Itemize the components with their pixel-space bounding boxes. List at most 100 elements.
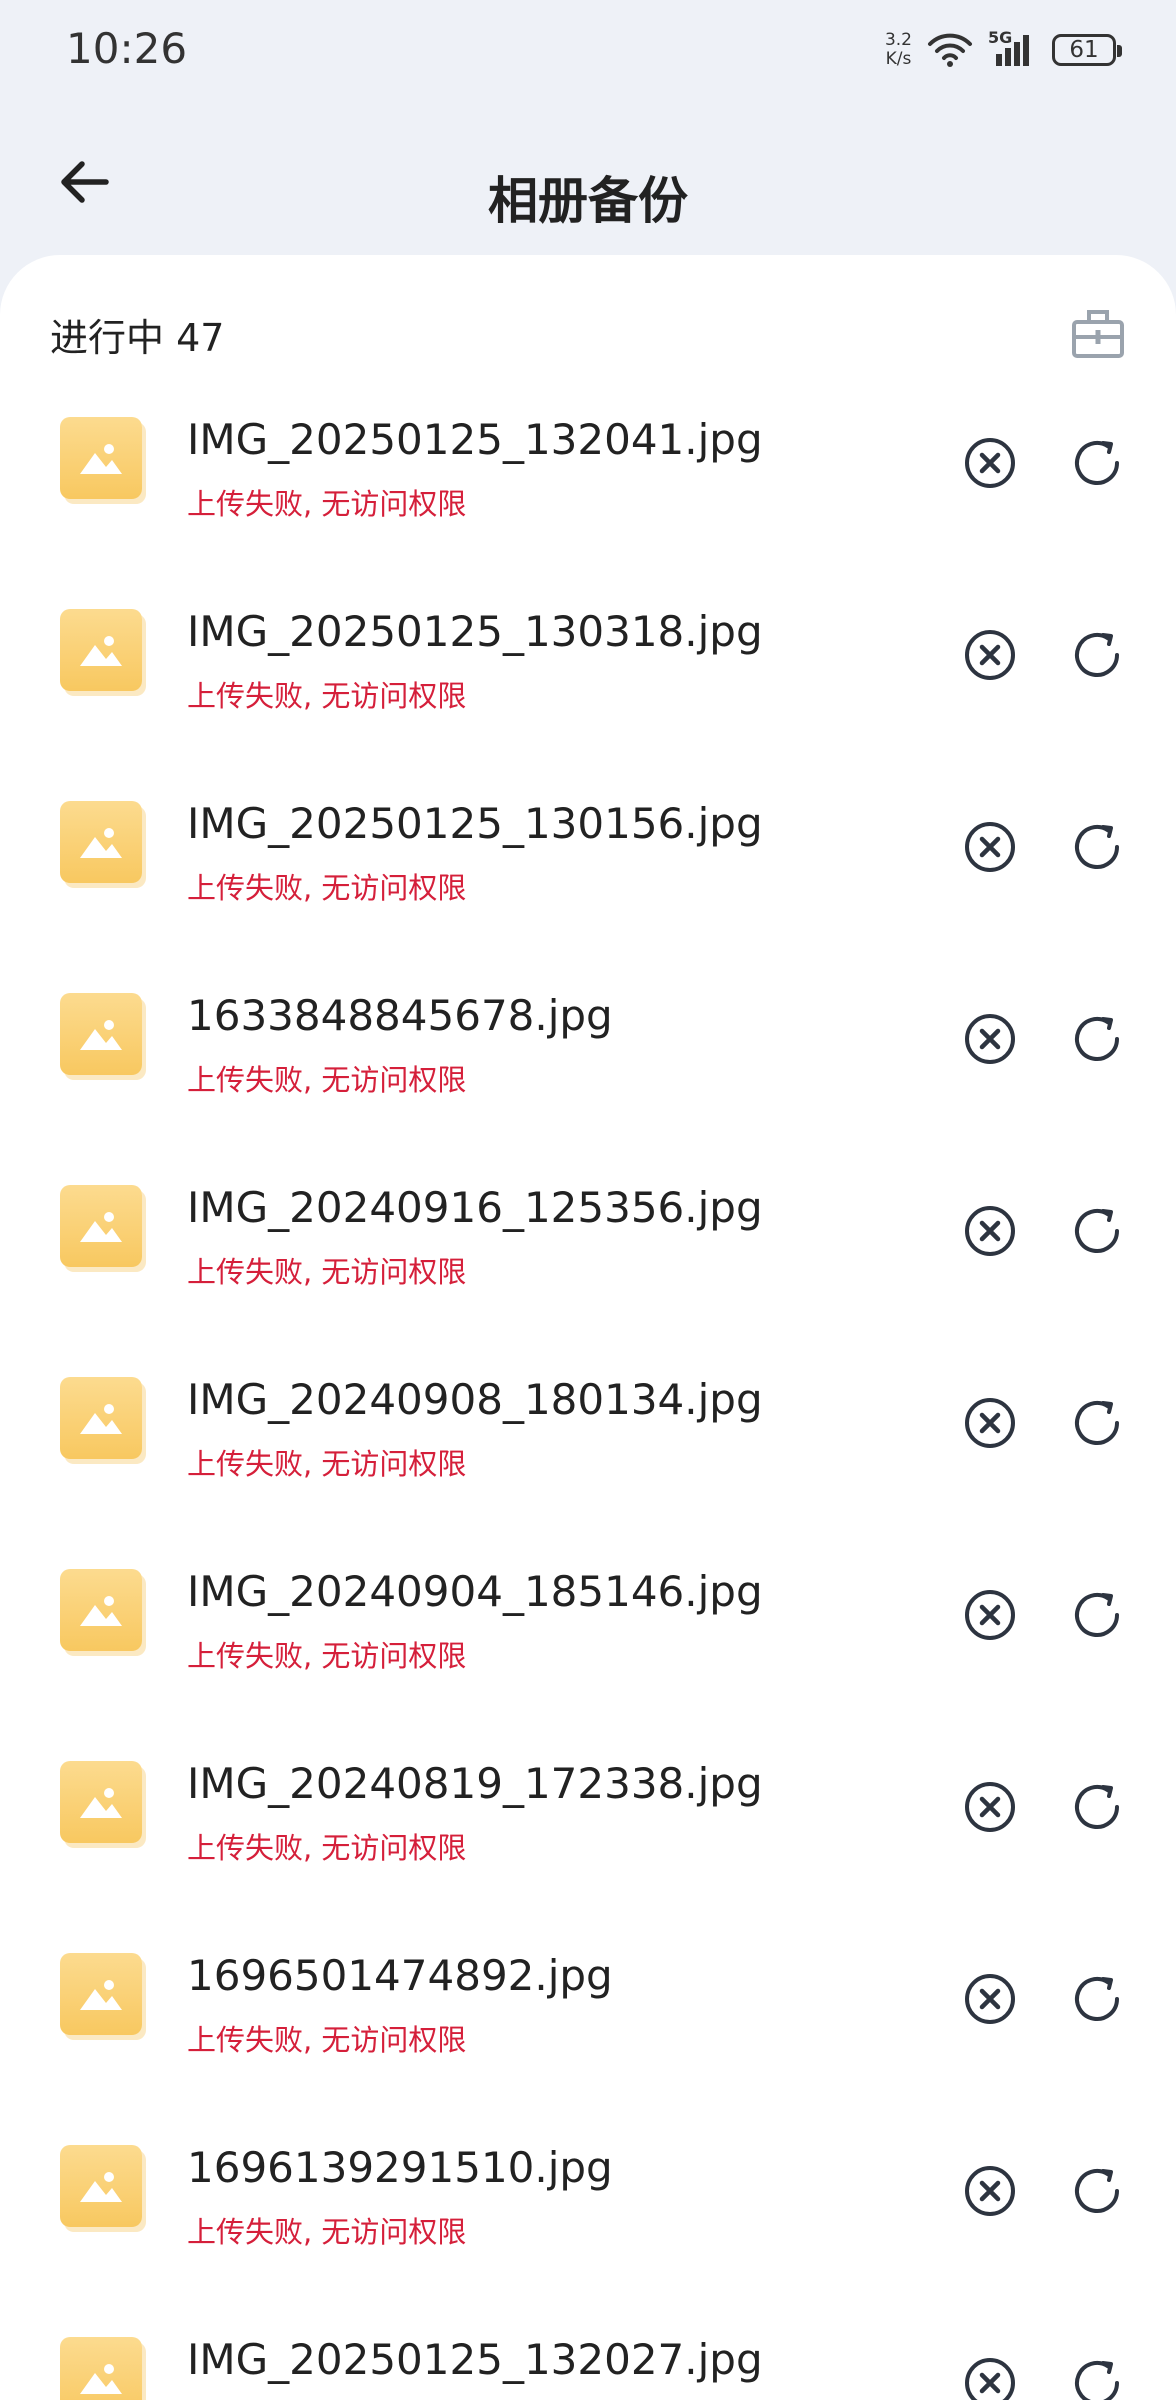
toolbox-icon bbox=[1072, 310, 1124, 358]
image-icon bbox=[80, 1020, 122, 1050]
cancel-upload-button[interactable] bbox=[960, 433, 1020, 493]
retry-upload-button[interactable] bbox=[1067, 2161, 1127, 2221]
retry-upload-button[interactable] bbox=[1067, 625, 1127, 685]
cancel-upload-button[interactable] bbox=[960, 2353, 1020, 2400]
refresh-icon bbox=[1075, 1785, 1119, 1829]
file-name: 1696501474892.jpg bbox=[187, 1951, 613, 2000]
upload-status: 上传失败, 无访问权限 bbox=[187, 487, 467, 521]
upload-status: 上传失败, 无访问权限 bbox=[187, 1639, 467, 1673]
image-icon bbox=[80, 1596, 122, 1626]
close-circle-icon bbox=[965, 1590, 1015, 1640]
retry-upload-button[interactable] bbox=[1067, 433, 1127, 493]
file-name: IMG_20240908_180134.jpg bbox=[187, 1375, 763, 1424]
close-circle-icon bbox=[965, 1206, 1015, 1256]
cancel-upload-button[interactable] bbox=[960, 1201, 1020, 1261]
close-circle-icon bbox=[965, 2358, 1015, 2400]
list-item[interactable]: 1633848845678.jpg 上传失败, 无访问权限 bbox=[0, 959, 1176, 1151]
refresh-icon bbox=[1075, 441, 1119, 485]
upload-status: 上传失败, 无访问权限 bbox=[187, 1255, 467, 1289]
cancel-upload-button[interactable] bbox=[960, 1585, 1020, 1645]
upload-status: 上传失败, 无访问权限 bbox=[187, 2215, 467, 2249]
retry-upload-button[interactable] bbox=[1067, 1201, 1127, 1261]
list-item[interactable]: IMG_20250125_132041.jpg 上传失败, 无访问权限 bbox=[0, 383, 1176, 575]
refresh-icon bbox=[1075, 1977, 1119, 2021]
list-item[interactable]: IMG_20250125_130318.jpg 上传失败, 无访问权限 bbox=[0, 575, 1176, 767]
list-item[interactable]: IMG_20240904_185146.jpg 上传失败, 无访问权限 bbox=[0, 1535, 1176, 1727]
upload-status: 上传失败, 无访问权限 bbox=[187, 1447, 467, 1481]
close-circle-icon bbox=[965, 1014, 1015, 1064]
battery-icon: 61 bbox=[1052, 34, 1122, 66]
refresh-icon bbox=[1075, 1017, 1119, 1061]
page-title: 相册备份 bbox=[488, 172, 688, 230]
retry-upload-button[interactable] bbox=[1067, 817, 1127, 877]
cancel-upload-button[interactable] bbox=[960, 1009, 1020, 1069]
upload-status: 上传失败, 无访问权限 bbox=[187, 679, 467, 713]
status-bar: 10:26 3.2 K/s 5G 61 bbox=[0, 0, 1176, 100]
network-speed-value: 3.2 bbox=[884, 30, 912, 50]
image-icon bbox=[80, 828, 122, 858]
file-name: IMG_20240904_185146.jpg bbox=[187, 1567, 763, 1616]
file-name: IMG_20240819_172338.jpg bbox=[187, 1759, 763, 1808]
upload-status: 上传失败, 无访问权限 bbox=[187, 1063, 467, 1097]
file-name: 1696139291510.jpg bbox=[187, 2143, 613, 2192]
image-icon bbox=[80, 636, 122, 666]
list-item[interactable]: IMG_20240908_180134.jpg 上传失败, 无访问权限 bbox=[0, 1343, 1176, 1535]
upload-status: 上传失败, 无访问权限 bbox=[187, 871, 467, 905]
list-item[interactable]: IMG_20250125_130156.jpg 上传失败, 无访问权限 bbox=[0, 767, 1176, 959]
retry-upload-button[interactable] bbox=[1067, 1585, 1127, 1645]
list-item[interactable]: IMG_20240916_125356.jpg 上传失败, 无访问权限 bbox=[0, 1151, 1176, 1343]
list-item[interactable]: 1696139291510.jpg 上传失败, 无访问权限 bbox=[0, 2111, 1176, 2303]
list-item[interactable]: IMG_20240819_172338.jpg 上传失败, 无访问权限 bbox=[0, 1727, 1176, 1919]
image-icon bbox=[80, 444, 122, 474]
file-name: IMG_20250125_130156.jpg bbox=[187, 799, 763, 848]
close-circle-icon bbox=[965, 822, 1015, 872]
battery-level: 61 bbox=[1069, 37, 1099, 63]
image-icon bbox=[80, 1788, 122, 1818]
cancel-upload-button[interactable] bbox=[960, 2161, 1020, 2221]
image-thumbnail bbox=[60, 801, 142, 883]
status-icons: 3.2 K/s 5G 61 bbox=[885, 28, 1122, 72]
refresh-icon bbox=[1075, 633, 1119, 677]
refresh-icon bbox=[1075, 2361, 1119, 2400]
close-circle-icon bbox=[965, 2166, 1015, 2216]
cancel-upload-button[interactable] bbox=[960, 1777, 1020, 1837]
cancel-upload-button[interactable] bbox=[960, 817, 1020, 877]
image-icon bbox=[80, 2364, 122, 2394]
cancel-upload-button[interactable] bbox=[960, 1393, 1020, 1453]
cancel-upload-button[interactable] bbox=[960, 625, 1020, 685]
cancel-upload-button[interactable] bbox=[960, 1969, 1020, 2029]
retry-upload-button[interactable] bbox=[1067, 1393, 1127, 1453]
image-icon bbox=[80, 1404, 122, 1434]
image-icon bbox=[80, 1980, 122, 2010]
network-speed-unit: K/s bbox=[885, 49, 912, 69]
image-thumbnail bbox=[60, 1377, 142, 1459]
refresh-icon bbox=[1075, 1209, 1119, 1253]
app-header: 相册备份 bbox=[0, 100, 1176, 255]
image-thumbnail bbox=[60, 609, 142, 691]
image-icon bbox=[80, 1212, 122, 1242]
file-name: IMG_20250125_132027.jpg bbox=[187, 2335, 763, 2384]
upload-list: IMG_20250125_132041.jpg 上传失败, 无访问权限 IMG_… bbox=[0, 383, 1176, 2400]
content-card: 进行中 47 IMG_20250125_132041.jpg 上传失败, 无访问… bbox=[0, 255, 1176, 2400]
image-thumbnail bbox=[60, 1761, 142, 1843]
in-progress-count: 进行中 47 bbox=[50, 316, 225, 360]
wifi-icon bbox=[928, 33, 972, 67]
file-name: IMG_20250125_132041.jpg bbox=[187, 415, 763, 464]
file-name: IMG_20250125_130318.jpg bbox=[187, 607, 763, 656]
retry-upload-button[interactable] bbox=[1067, 2353, 1127, 2400]
list-item[interactable]: IMG_20250125_132027.jpg 上传失败, 无访问权限 bbox=[0, 2303, 1176, 2400]
retry-upload-button[interactable] bbox=[1067, 1009, 1127, 1069]
toolbox-button[interactable] bbox=[1068, 303, 1128, 363]
image-thumbnail bbox=[60, 2337, 142, 2400]
image-thumbnail bbox=[60, 2145, 142, 2227]
list-item[interactable]: 1696501474892.jpg 上传失败, 无访问权限 bbox=[0, 1919, 1176, 2111]
retry-upload-button[interactable] bbox=[1067, 1777, 1127, 1837]
file-name: 1633848845678.jpg bbox=[187, 991, 613, 1040]
image-thumbnail bbox=[60, 417, 142, 499]
signal-icon bbox=[996, 35, 1029, 66]
network-speed: 3.2 K/s bbox=[885, 31, 912, 69]
cellular-signal: 5G bbox=[988, 28, 1038, 70]
close-circle-icon bbox=[965, 1782, 1015, 1832]
retry-upload-button[interactable] bbox=[1067, 1969, 1127, 2029]
image-thumbnail bbox=[60, 1953, 142, 2035]
